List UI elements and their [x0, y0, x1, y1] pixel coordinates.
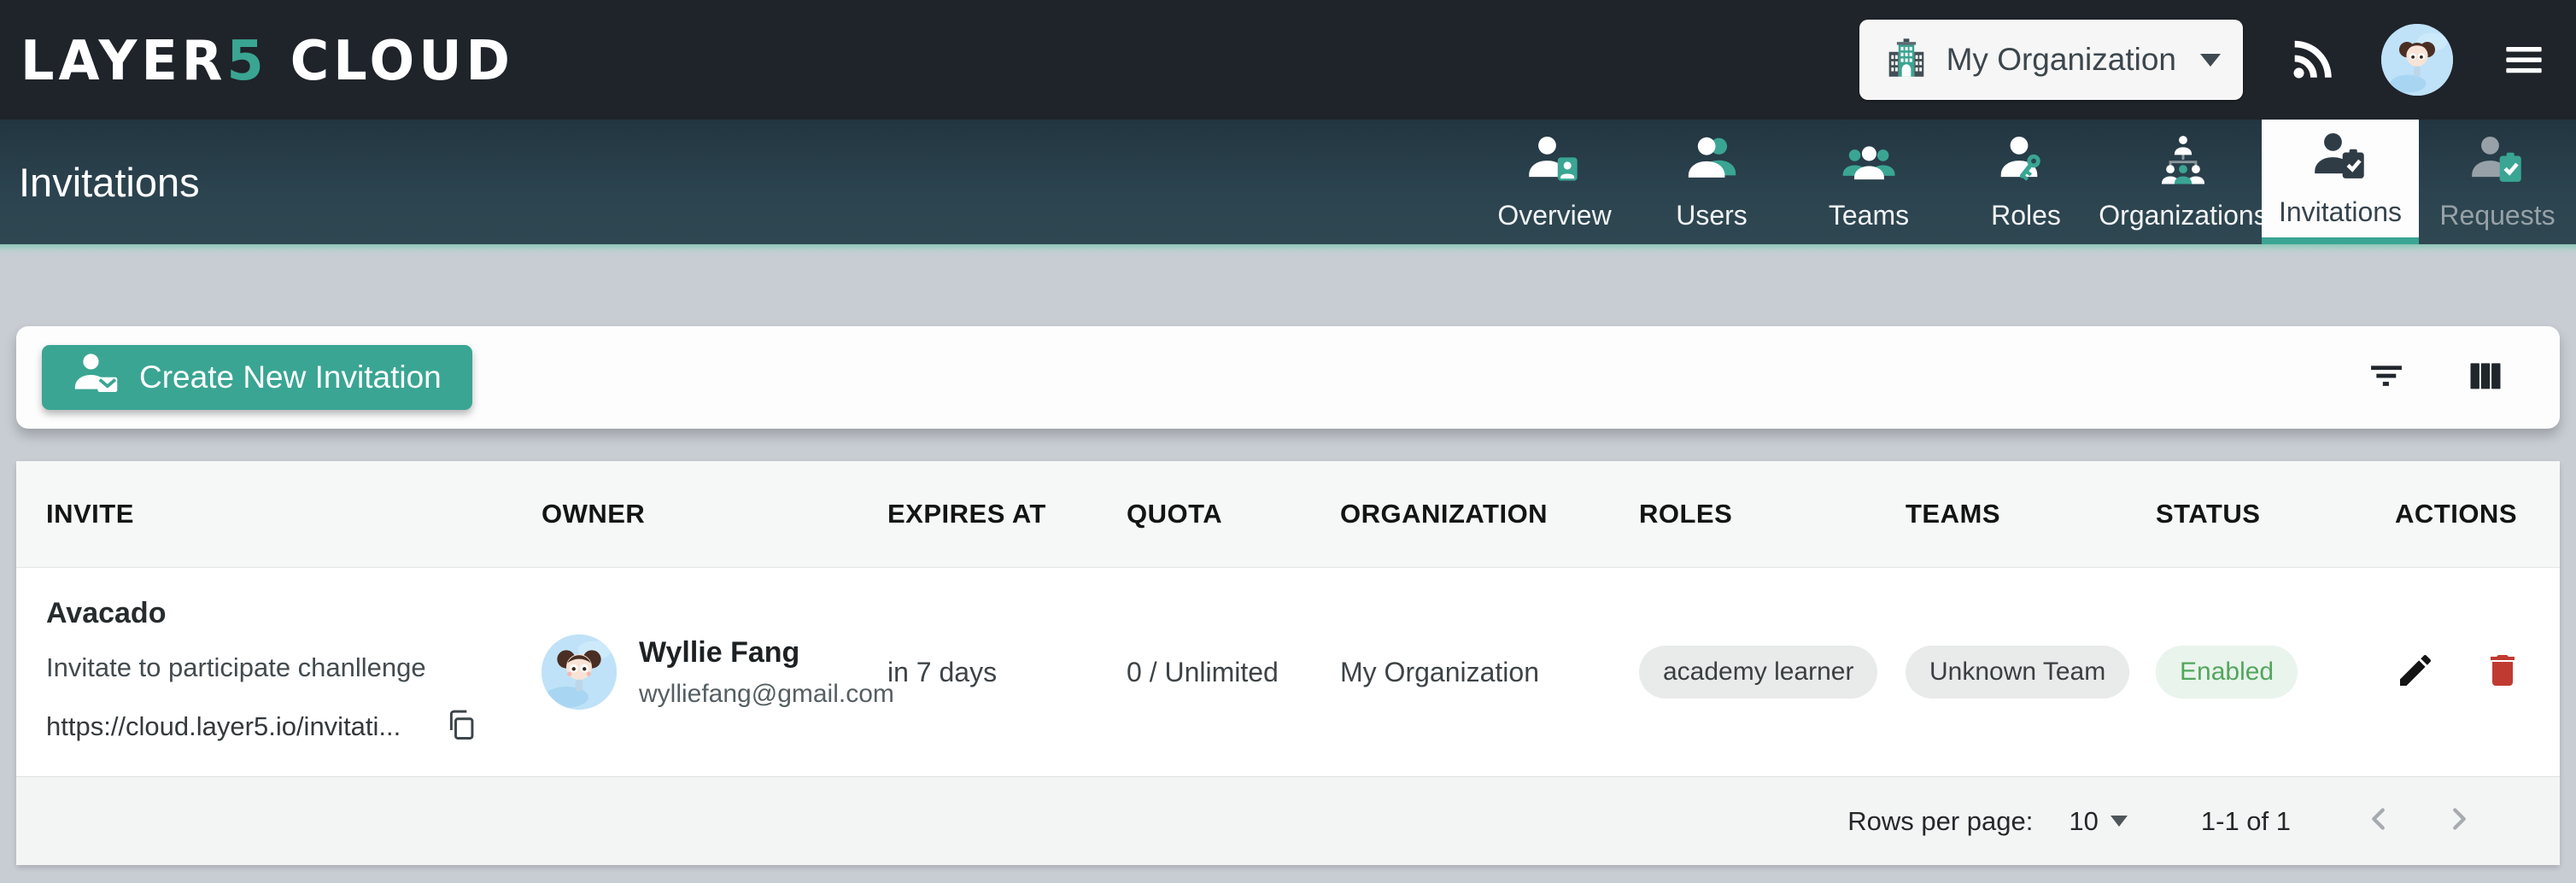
main-content: Create New Invitation INVITE [0, 254, 2576, 883]
tab-teams[interactable]: Teams [1790, 120, 1947, 244]
tab-invitations[interactable]: Invitations [2262, 120, 2419, 244]
tab-label: Overview [1497, 200, 1611, 231]
column-header-status: STATUS [2156, 499, 2395, 529]
layer5-cloud-logo: LAYER5 CLOUD [20, 27, 514, 92]
actions-cell [2395, 650, 2560, 695]
column-header-teams: TEAMS [1906, 499, 2156, 529]
tab-overview[interactable]: Overview [1476, 120, 1633, 244]
hamburger-menu-icon[interactable] [2497, 33, 2550, 86]
invite-link[interactable]: https://cloud.layer5.io/invitati... [46, 711, 401, 742]
person-key-icon [1999, 132, 2053, 191]
org-tree-icon [2156, 132, 2210, 191]
rss-icon[interactable] [2287, 35, 2337, 85]
chevron-left-icon[interactable] [2359, 799, 2398, 843]
rows-per-page-select[interactable]: 10 [2069, 806, 2127, 837]
owner-avatar [542, 634, 617, 710]
status-cell: Enabled [2156, 646, 2395, 699]
users-icon [1684, 132, 1739, 191]
tab-label: Teams [1829, 200, 1909, 231]
invite-cell: Avacado Invitate to participate chanllen… [46, 568, 542, 776]
column-header-invite: INVITE [46, 499, 542, 529]
tab-roles[interactable]: Roles [1947, 120, 2105, 244]
logo-word-cloud: CLOUD [290, 27, 514, 92]
filter-list-icon[interactable] [2365, 354, 2408, 401]
organization-select[interactable]: My Organization [1859, 20, 2243, 100]
user-avatar[interactable] [2381, 24, 2453, 96]
column-header-actions: ACTIONS [2395, 499, 2560, 529]
table-pagination: Rows per page: 10 1-1 of 1 [16, 777, 2560, 865]
roles-cell: academy learner [1639, 646, 1906, 699]
organization-select-value: My Organization [1947, 42, 2176, 78]
section-tabs: Overview Users Teams [1476, 120, 2576, 244]
role-chip[interactable]: academy learner [1639, 646, 1877, 699]
person-clipboard-check-icon [2313, 129, 2368, 188]
chevron-down-icon [2111, 816, 2128, 827]
create-new-invitation-button[interactable]: Create New Invitation [42, 345, 472, 410]
create-button-label: Create New Invitation [139, 360, 442, 395]
teal-gradient-divider [0, 244, 2576, 254]
teams-cell: Unknown Team [1906, 646, 2156, 699]
logo-word-layer: LAYER [20, 27, 227, 92]
tab-requests[interactable]: Requests [2419, 120, 2576, 244]
team-chip[interactable]: Unknown Team [1906, 646, 2129, 699]
tab-users[interactable]: Users [1633, 120, 1790, 244]
table-row: Avacado Invitate to participate chanllen… [16, 568, 2560, 777]
chevron-right-icon[interactable] [2439, 799, 2479, 843]
pagination-range: 1-1 of 1 [2201, 806, 2291, 837]
person-badge-icon [1527, 132, 1582, 191]
tab-label: Roles [1991, 200, 2061, 231]
logo-digit-5: 5 [227, 27, 268, 92]
rows-per-page-value: 10 [2069, 806, 2098, 837]
owner-email: wylliefang@gmail.com [639, 680, 894, 709]
rows-per-page-label: Rows per page: [1847, 806, 2033, 837]
tab-label: Requests [2439, 200, 2555, 231]
view-columns-icon[interactable] [2464, 354, 2507, 401]
column-header-quota: QUOTA [1127, 499, 1340, 529]
person-clipboard-check-icon [2470, 132, 2525, 191]
quota-cell: 0 / Unlimited [1127, 657, 1340, 688]
teams-icon [1841, 132, 1896, 191]
invitations-table: INVITE OWNER EXPIRES AT QUOTA ORGANIZATI… [16, 461, 2560, 865]
invite-description: Invitate to participate chanllenge [46, 652, 507, 683]
owner-name: Wyllie Fang [639, 636, 894, 670]
building-icon [1882, 33, 1931, 87]
column-header-expires-at: EXPIRES AT [887, 499, 1127, 529]
section-header-bar: Invitations Overview Users [0, 120, 2576, 244]
column-header-owner: OWNER [542, 499, 887, 529]
copy-icon[interactable] [442, 705, 479, 747]
invite-name: Avacado [46, 597, 507, 630]
person-envelope-icon [73, 350, 120, 406]
status-badge: Enabled [2156, 646, 2298, 699]
table-toolbar: Create New Invitation [16, 326, 2560, 429]
column-header-organization: ORGANIZATION [1340, 499, 1639, 529]
tab-label: Invitations [2279, 196, 2402, 228]
page-title: Invitations [0, 159, 200, 206]
tab-label: Users [1676, 200, 1748, 231]
tab-label: Organizations [2099, 200, 2267, 231]
tab-organizations[interactable]: Organizations [2105, 120, 2262, 244]
organization-cell: My Organization [1340, 657, 1639, 688]
top-app-bar: LAYER5 CLOUD [0, 0, 2576, 120]
column-header-roles: ROLES [1639, 499, 1906, 529]
table-header-row: INVITE OWNER EXPIRES AT QUOTA ORGANIZATI… [16, 461, 2560, 568]
owner-cell: Wyllie Fang wylliefang@gmail.com [542, 634, 887, 710]
chevron-down-icon [2200, 54, 2221, 67]
edit-pencil-icon[interactable] [2395, 650, 2436, 695]
delete-trash-icon[interactable] [2482, 650, 2523, 695]
expires-at-cell: in 7 days [887, 657, 1127, 688]
